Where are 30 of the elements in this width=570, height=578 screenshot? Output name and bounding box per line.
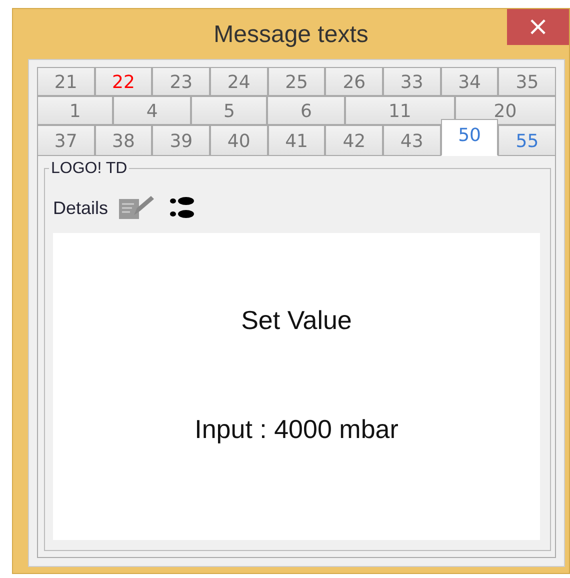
tab[interactable]: 11 (345, 96, 455, 125)
tab[interactable]: 25 (268, 67, 326, 96)
close-button[interactable]: × (507, 9, 569, 45)
tab[interactable]: 39 (152, 125, 210, 156)
tab[interactable]: 55 (498, 125, 556, 156)
tab[interactable]: 26 (325, 67, 384, 96)
tab[interactable]: 24 (210, 67, 268, 96)
tab[interactable]: 1 (37, 96, 114, 125)
tab[interactable]: 21 (37, 67, 95, 96)
tab[interactable]: 37 (37, 125, 95, 156)
display-text: Input : 4000 mbar (194, 414, 398, 445)
tab[interactable]: 4 (113, 96, 192, 125)
tab[interactable]: 6 (267, 96, 346, 125)
tab[interactable]: 22 (94, 67, 152, 96)
tab[interactable]: 33 (383, 67, 441, 96)
tab[interactable]: 23 (152, 67, 210, 96)
tab[interactable]: 42 (325, 125, 384, 156)
window-title: Message texts (214, 21, 368, 49)
tab[interactable]: 43 (383, 125, 441, 156)
tab[interactable]: 20 (454, 96, 556, 125)
tab[interactable]: 34 (440, 67, 498, 96)
tab[interactable]: 5 (191, 96, 268, 125)
edit-icon[interactable] (118, 195, 156, 221)
tab[interactable]: 41 (268, 125, 326, 156)
details-label: Details (53, 198, 108, 218)
tab[interactable]: 50 (440, 119, 498, 156)
tab[interactable]: 40 (210, 125, 268, 156)
display-text: Set Value (241, 305, 352, 336)
tab[interactable]: 38 (94, 125, 152, 156)
tab[interactable]: 35 (498, 67, 556, 96)
